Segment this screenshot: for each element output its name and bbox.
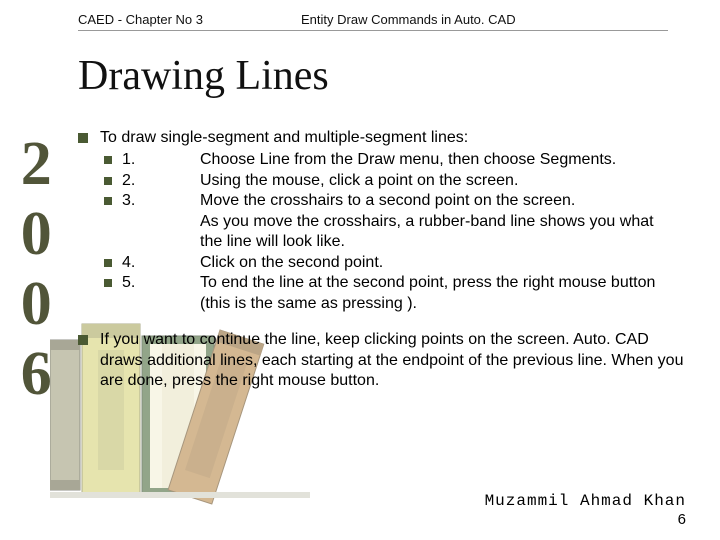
header-chapter: CAED - Chapter No 3 [78, 12, 203, 27]
square-bullet-icon [104, 177, 112, 185]
continue-text: If you want to continue the line, keep c… [100, 331, 683, 389]
step-text: Choose Line from the Draw menu, then cho… [200, 150, 670, 170]
intro-text: To draw single-segment and multiple-segm… [100, 129, 468, 146]
step-text: To end the line at the second point, pre… [200, 273, 670, 314]
intro-bullet: To draw single-segment and multiple-segm… [78, 128, 688, 314]
list-item: 3.Move the crosshairs to a second point … [104, 191, 688, 252]
square-bullet-icon [104, 156, 112, 164]
header-divider [78, 30, 668, 31]
step-number: 5. [122, 273, 200, 293]
step-number: 3. [122, 191, 200, 211]
step-text: Click on the second point. [200, 253, 670, 273]
footer-page-number: 6 [678, 511, 686, 528]
square-bullet-icon [104, 259, 112, 267]
square-bullet-icon [78, 133, 88, 143]
step-number: 1. [122, 150, 200, 170]
year-watermark: 2006 [4, 130, 67, 410]
list-item: 5.To end the line at the second point, p… [104, 273, 688, 314]
list-item: 4.Click on the second point. [104, 253, 688, 273]
step-text: Using the mouse, click a point on the sc… [200, 171, 670, 191]
list-item: 1.Choose Line from the Draw menu, then c… [104, 150, 688, 170]
footer-author: Muzammil Ahmad Khan [485, 492, 686, 510]
step-number: 4. [122, 253, 200, 273]
square-bullet-icon [104, 279, 112, 287]
square-bullet-icon [78, 335, 88, 345]
list-item: 2.Using the mouse, click a point on the … [104, 171, 688, 191]
header: CAED - Chapter No 3 Entity Draw Commands… [78, 12, 690, 27]
header-topic: Entity Draw Commands in Auto. CAD [301, 12, 516, 27]
continue-bullet: If you want to continue the line, keep c… [78, 330, 688, 391]
content-body: To draw single-segment and multiple-segm… [78, 128, 688, 400]
square-bullet-icon [104, 197, 112, 205]
steps-list: 1.Choose Line from the Draw menu, then c… [104, 150, 688, 314]
slide: 2006 CAED - Chapter No 3 Entity Draw Com… [0, 0, 720, 540]
step-text: Move the crosshairs to a second point on… [200, 191, 670, 252]
page-title: Drawing Lines [78, 52, 329, 100]
step-number: 2. [122, 171, 200, 191]
